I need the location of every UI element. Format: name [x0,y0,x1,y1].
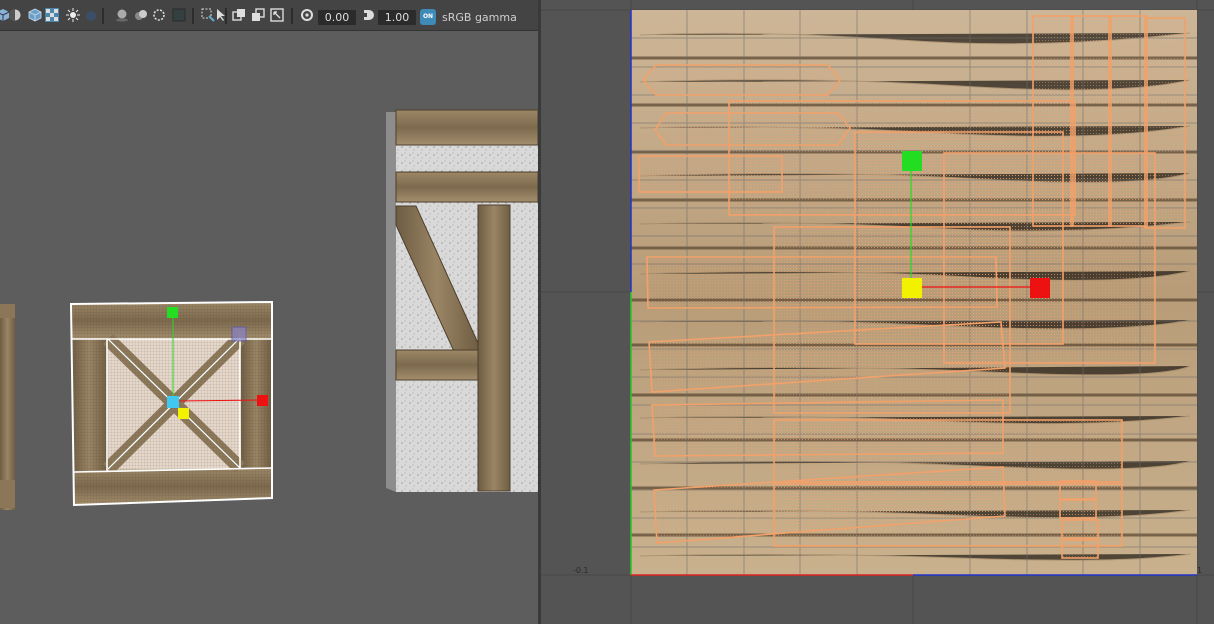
uv-shell[interactable] [646,256,998,309]
uv-axis-label-u: -0.1 [573,566,589,575]
gamma-field[interactable]: 1.00 [378,10,416,25]
uv-shell[interactable] [1032,15,1074,227]
toolbar-separator [291,8,293,24]
half-sphere-icon[interactable] [8,8,22,22]
wall-frame-piece [386,109,538,492]
stack-icon[interactable] [251,8,265,22]
uv-shell[interactable] [1061,539,1099,559]
uv-axis-label-right: 1 [1197,566,1203,575]
toolbar-separator [192,8,194,24]
copy-icon[interactable] [232,8,246,22]
spheres-icon[interactable] [134,8,148,22]
uv-y-handle[interactable] [902,151,922,171]
reset-icon[interactable] [300,8,314,22]
uv-editor[interactable]: -0.1 1 [541,0,1214,624]
dotted-circle-icon[interactable] [152,8,166,22]
sphere-group-icon[interactable] [115,8,129,22]
colorspace-label[interactable]: sRGB gamma [442,10,517,25]
uv-shell[interactable] [1108,15,1148,227]
uv-x-handle[interactable] [1030,278,1050,298]
viewport-scene[interactable] [0,31,538,624]
plane-handle[interactable] [231,326,247,342]
light-icon[interactable] [66,8,80,22]
dark-square-icon[interactable] [172,8,186,22]
colorspace-badge-text: ON [422,13,434,20]
sphere-dark-icon[interactable] [84,8,98,22]
viewport-toolbar: 0.00 1.00 ON sRGB gamma [0,0,538,31]
uv-shell[interactable] [773,226,1011,414]
select-box-icon[interactable] [201,8,215,22]
left-crate-partial [0,304,15,510]
toolbar-separator [225,8,227,24]
wire-cube-icon[interactable] [28,8,42,22]
y-axis-handle[interactable] [167,307,178,318]
uv-pivot-handle[interactable] [902,278,922,298]
scale-icon[interactable] [270,8,284,22]
uv-shell[interactable] [641,64,842,96]
pivot-handle[interactable] [178,408,189,419]
uv-shell[interactable] [1070,15,1112,227]
exposure-icon[interactable] [361,8,375,22]
uv-shell[interactable] [1144,17,1186,229]
checker-icon[interactable] [45,8,59,22]
exposure-field[interactable]: 0.00 [318,10,356,25]
x-axis-handle[interactable] [257,395,268,406]
3d-viewport[interactable]: 0.00 1.00 ON sRGB gamma [0,0,538,624]
uv-shell[interactable] [1061,519,1099,539]
uv-shell[interactable] [1059,480,1097,500]
uv-shell[interactable] [1059,499,1097,519]
toolbar-separator [102,8,104,24]
colorspace-icon[interactable]: ON [420,9,436,25]
center-handle[interactable] [167,396,179,408]
uv-canvas[interactable] [541,0,1214,624]
